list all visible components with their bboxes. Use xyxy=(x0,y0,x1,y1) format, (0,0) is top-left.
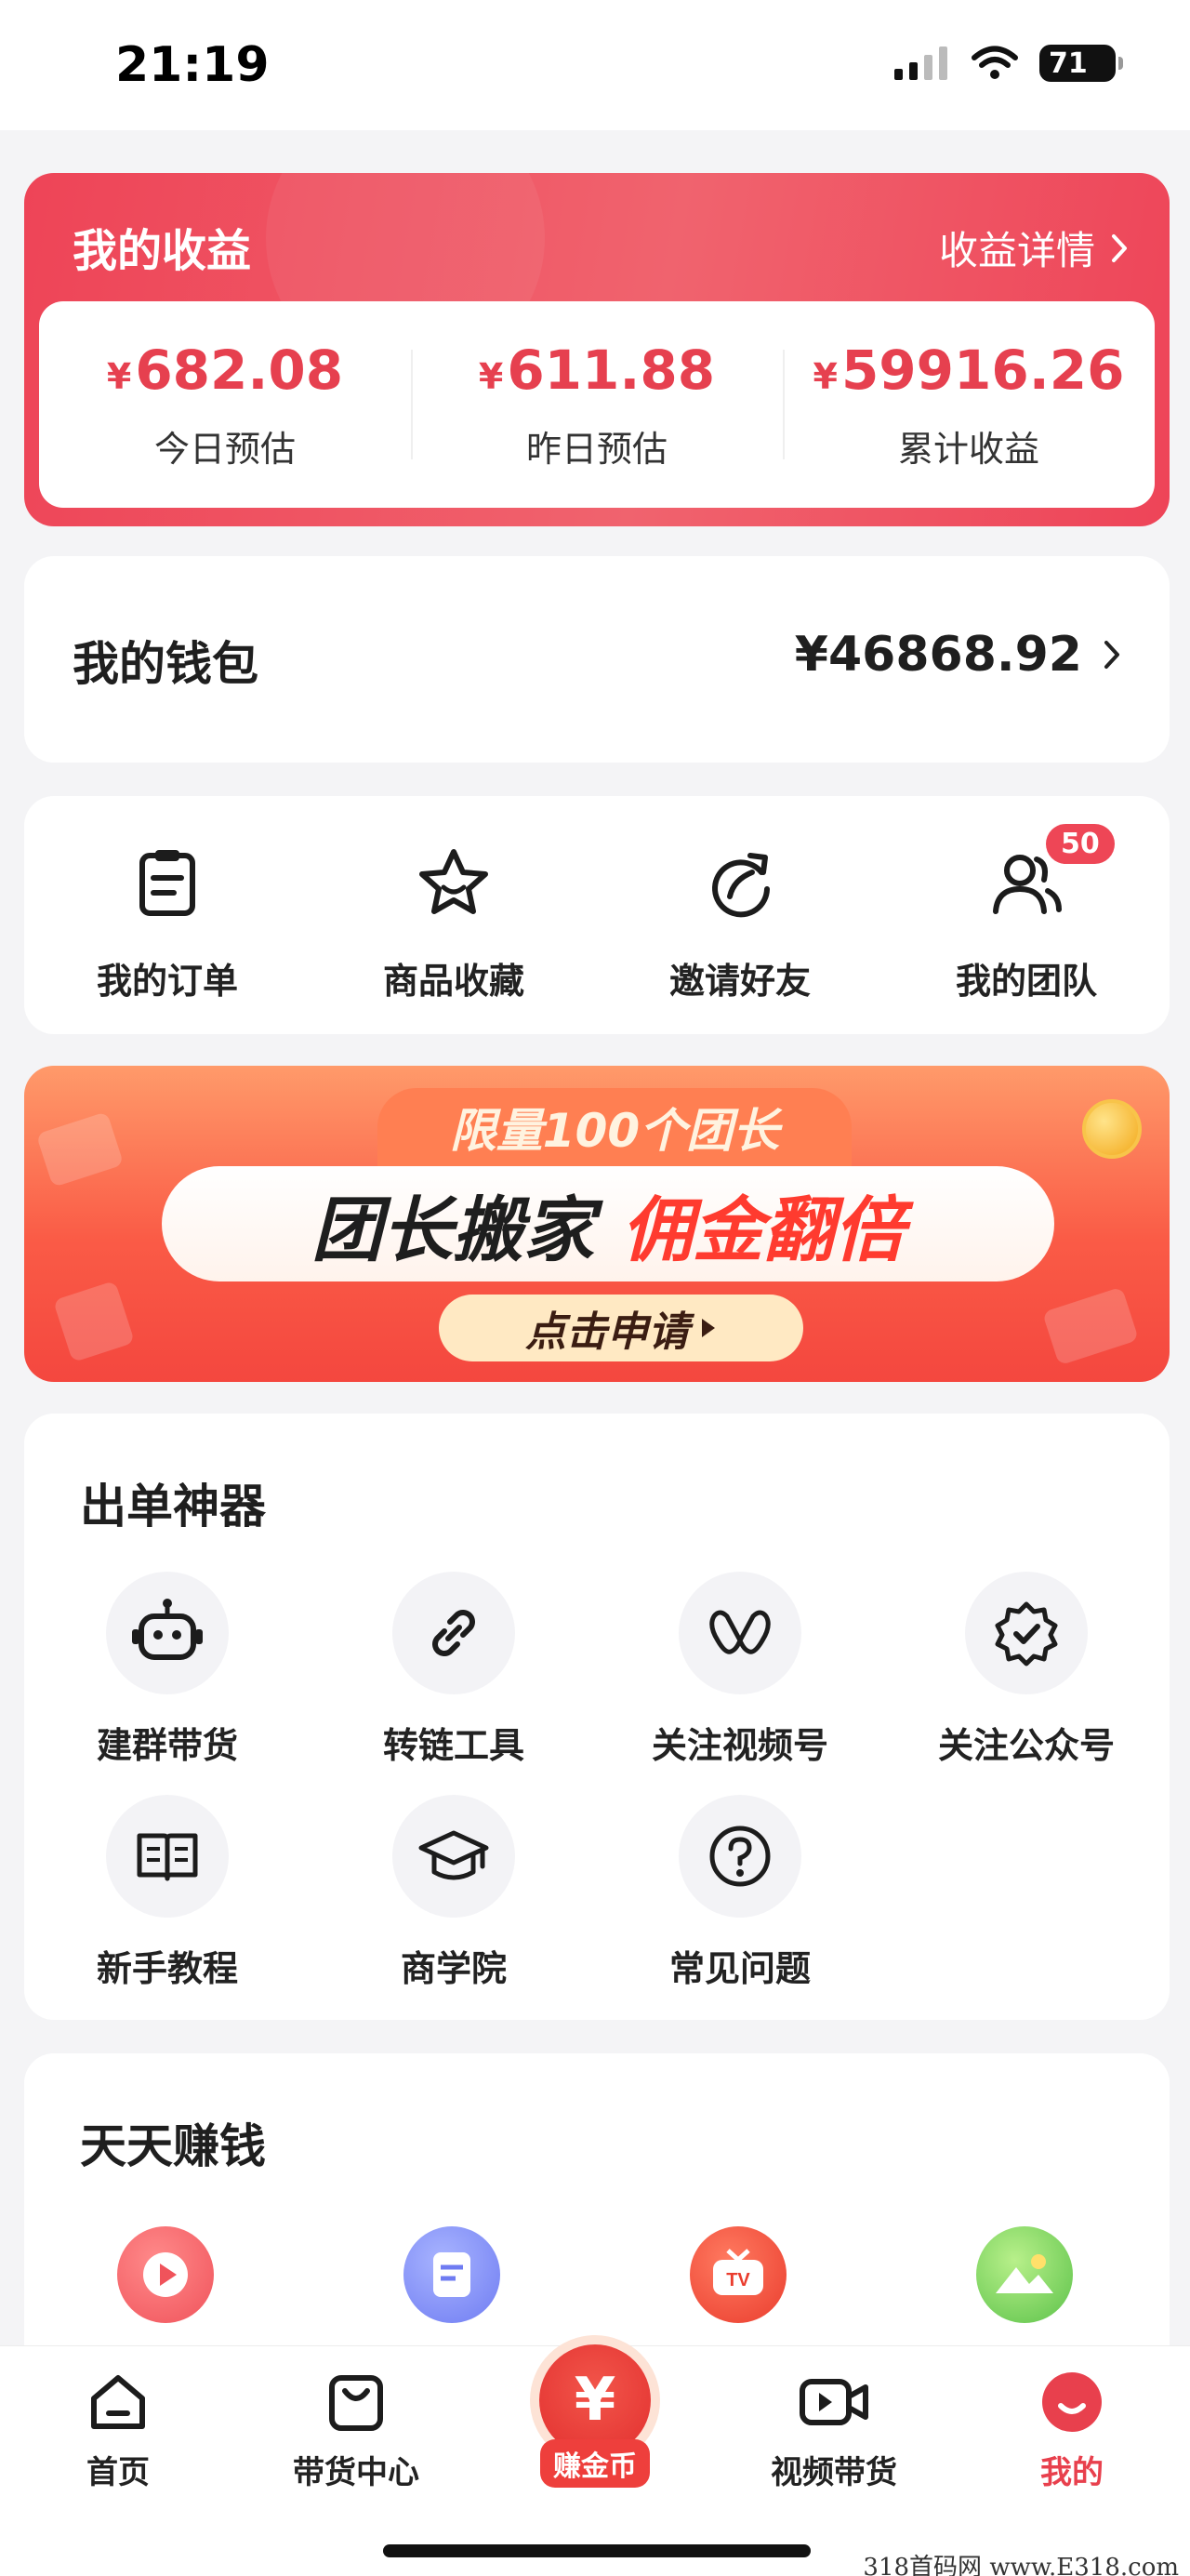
bottom-tab-bar: 首页 带货中心 ¥ 赚金币 视频带货 我的 xyxy=(0,2344,1190,2576)
earnings-card: 我的收益 收益详情 ¥682.08 今日预估 ¥611.88 昨日预估 ¥599… xyxy=(24,173,1170,526)
quick-actions: 我的订单 商品收藏 邀请好友 50 我的团队 xyxy=(24,796,1170,1034)
tool-tutorial[interactable]: 新手教程 xyxy=(24,1795,311,1991)
signal-icon xyxy=(894,46,947,80)
earnings-amount: 611.88 xyxy=(507,338,716,402)
currency-symbol: ¥ xyxy=(106,355,132,397)
wifi-icon xyxy=(972,46,1018,79)
chevron-right-icon xyxy=(1112,233,1127,262)
star-icon xyxy=(419,849,488,914)
quick-action-label: 商品收藏 xyxy=(382,961,524,1002)
earnings-stats: ¥682.08 今日预估 ¥611.88 昨日预估 ¥59916.26 累计收益 xyxy=(39,301,1155,508)
link-icon xyxy=(432,1610,475,1656)
banner-decoration xyxy=(1041,1286,1140,1366)
tab-profile[interactable]: 我的 xyxy=(965,2369,1179,2492)
banner-decoration xyxy=(52,1280,136,1363)
earnings-stat-total[interactable]: ¥59916.26 累计收益 xyxy=(783,301,1155,508)
tool-faq[interactable]: 常见问题 xyxy=(597,1795,883,1991)
tab-label: 我的 xyxy=(1040,2454,1104,2491)
home-indicator xyxy=(383,2544,811,2557)
earnings-label: 今日预估 xyxy=(153,428,296,470)
quick-action-orders[interactable]: 我的订单 xyxy=(24,796,311,1034)
tab-label: 视频带货 xyxy=(771,2454,897,2491)
earnings-label: 累计收益 xyxy=(897,428,1039,470)
tool-follow-channel[interactable]: 关注视频号 xyxy=(597,1572,883,1768)
tool-follow-official[interactable]: 关注公众号 xyxy=(883,1572,1170,1768)
graduation-cap-icon xyxy=(418,1830,489,1880)
promo-banner[interactable]: 限量100个团长 团长搬家 佣金翻倍 点击申请 xyxy=(24,1066,1170,1382)
question-icon xyxy=(709,1826,771,1887)
wallet-amount: ¥46868.92 xyxy=(794,627,1082,683)
tool-label: 新手教程 xyxy=(96,1948,238,1989)
invite-icon xyxy=(712,853,770,918)
tab-video-sales[interactable]: 视频带货 xyxy=(727,2369,941,2492)
banner-headline-b: 佣金翻倍 xyxy=(622,1188,905,1271)
tv-icon[interactable]: TV xyxy=(690,2226,787,2323)
tool-label: 常见问题 xyxy=(668,1948,811,1989)
banner-headline: 团长搬家 佣金翻倍 xyxy=(162,1166,1054,1281)
tool-label: 关注视频号 xyxy=(651,1725,828,1766)
bag-icon xyxy=(329,2375,383,2431)
watermark: 318首码网 www.E318.com xyxy=(863,2554,1179,2576)
earnings-amount: 682.08 xyxy=(135,338,344,402)
tab-earn-coins[interactable]: ¥ 赚金币 xyxy=(488,2344,702,2488)
currency-symbol: ¥ xyxy=(478,355,504,397)
book-icon xyxy=(137,1833,198,1881)
earnings-stat-today[interactable]: ¥682.08 今日预估 xyxy=(39,301,411,508)
play-icon[interactable] xyxy=(117,2226,214,2323)
tab-label: 带货中心 xyxy=(293,2454,419,2491)
tool-group-sales[interactable]: 建群带货 xyxy=(24,1572,311,1768)
battery-indicator: 71 xyxy=(1039,45,1123,82)
play-triangle-icon xyxy=(702,1319,715,1337)
tool-academy[interactable]: 商学院 xyxy=(311,1795,597,1991)
currency-symbol: ¥ xyxy=(813,355,838,397)
daily-title: 天天赚钱 xyxy=(80,2119,266,2173)
tool-link-convert[interactable]: 转链工具 xyxy=(311,1572,597,1768)
banner-decoration xyxy=(35,1111,125,1188)
quick-action-invite[interactable]: 邀请好友 xyxy=(597,796,883,1034)
banner-headline-a: 团长搬家 xyxy=(311,1188,594,1271)
note-icon[interactable] xyxy=(403,2226,500,2323)
earnings-detail-link[interactable]: 收益详情 xyxy=(939,219,1129,276)
order-icon xyxy=(139,850,195,916)
apply-button-label: 点击申请 xyxy=(525,1308,689,1356)
quick-action-team[interactable]: 50 我的团队 xyxy=(883,796,1170,1034)
earnings-title: 我的收益 xyxy=(73,225,252,277)
status-bar: 21:19 71 xyxy=(0,0,1190,130)
tool-label: 商学院 xyxy=(400,1948,507,1989)
wallet-title: 我的钱包 xyxy=(73,637,258,691)
tab-label: 首页 xyxy=(86,2454,150,2491)
wallet-card[interactable]: 我的钱包 ¥46868.92 xyxy=(24,556,1170,763)
earnings-label: 昨日预估 xyxy=(525,428,668,470)
verified-icon xyxy=(995,1601,1058,1666)
team-count-badge: 50 xyxy=(1046,824,1115,864)
profile-icon xyxy=(1042,2372,1102,2432)
quick-action-label: 我的团队 xyxy=(955,961,1097,1002)
status-icons: 71 xyxy=(894,45,1123,82)
quick-action-favorites[interactable]: 商品收藏 xyxy=(311,796,597,1034)
tool-label: 转链工具 xyxy=(382,1725,524,1766)
video-channel-icon xyxy=(709,1610,771,1654)
tools-title: 出单神器 xyxy=(80,1480,266,1534)
tool-label: 关注公众号 xyxy=(937,1725,1115,1766)
tab-sales-center[interactable]: 带货中心 xyxy=(249,2369,463,2492)
earnings-detail-label: 收益详情 xyxy=(938,228,1095,273)
banner-headline-top: 限量100个团长 xyxy=(377,1088,852,1166)
status-time: 21:19 xyxy=(115,37,270,93)
video-icon xyxy=(800,2379,868,2425)
coin-decoration xyxy=(1082,1099,1142,1159)
tool-label: 建群带货 xyxy=(96,1725,238,1766)
home-icon xyxy=(91,2375,145,2429)
quick-action-label: 邀请好友 xyxy=(668,961,811,1002)
tab-label: 赚金币 xyxy=(540,2439,650,2488)
tab-home[interactable]: 首页 xyxy=(11,2369,225,2492)
landscape-icon[interactable] xyxy=(976,2226,1073,2323)
tools-section: 出单神器 建群带货 转链工具 关注视频号 关注公众号 新手教程 商学院 常见问题 xyxy=(24,1414,1170,2020)
earnings-stat-yesterday[interactable]: ¥611.88 昨日预估 xyxy=(411,301,783,508)
earnings-amount: 59916.26 xyxy=(840,338,1125,402)
svg-text:TV: TV xyxy=(726,2270,750,2291)
robot-icon xyxy=(132,1599,203,1660)
apply-button[interactable]: 点击申请 xyxy=(439,1295,803,1361)
quick-action-label: 我的订单 xyxy=(96,961,238,1002)
chevron-right-icon xyxy=(1104,641,1119,669)
